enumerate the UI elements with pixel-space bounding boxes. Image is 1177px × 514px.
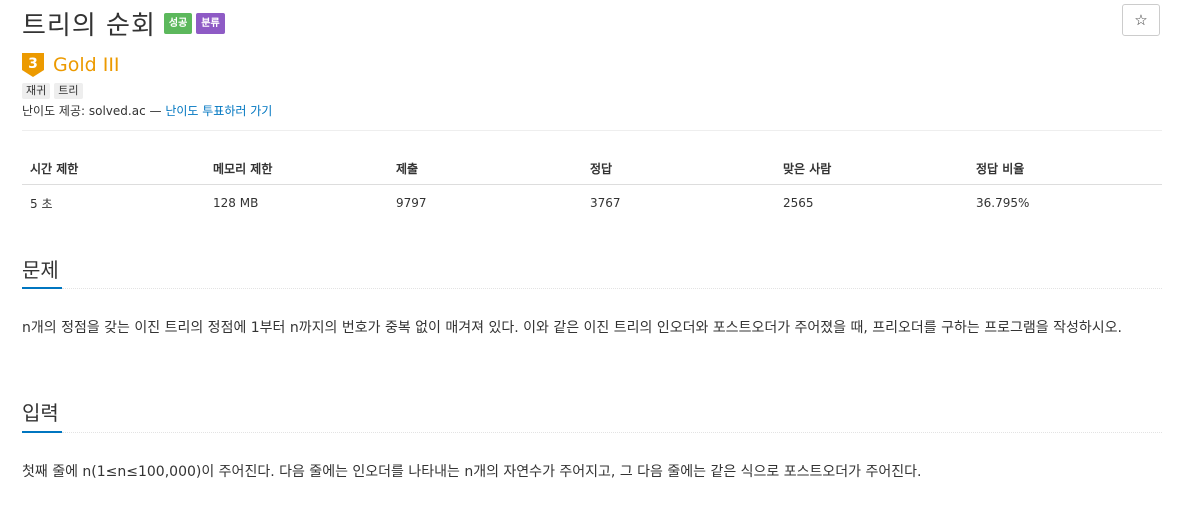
tag-recursion[interactable]: 재귀 bbox=[22, 83, 51, 99]
memory-limit-value: 128 MB bbox=[213, 196, 259, 210]
tier-label[interactable]: Gold III bbox=[53, 54, 120, 76]
section-underline bbox=[22, 431, 62, 433]
tag-tree[interactable]: 트리 bbox=[54, 83, 83, 99]
vote-difficulty-link[interactable]: 난이도 투표하러 가기 bbox=[165, 104, 272, 118]
problem-title: 트리의 순회 bbox=[22, 10, 156, 41]
favorite-button[interactable]: ☆ bbox=[1122, 4, 1160, 36]
solved-badge: 성공 bbox=[163, 12, 193, 34]
tier-row: 3 Gold III bbox=[22, 53, 120, 77]
problem-page: 트리의 순회 성공 분류 ☆ 3 Gold III 재귀 트리 난이도 제공: … bbox=[0, 0, 1177, 514]
divider bbox=[22, 130, 1162, 131]
time-limit-value: 5 초 bbox=[30, 196, 53, 211]
problem-info-table: 시간 제한 메모리 제한 제출 정답 맞은 사람 정답 비율 5 초 128 M… bbox=[22, 152, 1162, 221]
header-submissions: 제출 bbox=[396, 161, 419, 176]
title-row: 트리의 순회 성공 분류 bbox=[22, 4, 225, 42]
header-time-limit: 시간 제한 bbox=[30, 161, 79, 176]
header-solvers: 맞은 사람 bbox=[783, 161, 832, 176]
problem-section-title: 문제 bbox=[22, 258, 59, 282]
problem-description: n개의 정점을 갖는 이진 트리의 정점에 1부터 n까지의 번호가 중복 없이… bbox=[22, 320, 1122, 336]
credit-text: 난이도 제공: solved.ac — bbox=[22, 104, 162, 118]
star-icon: ☆ bbox=[1134, 11, 1148, 29]
header-accept-ratio: 정답 비율 bbox=[976, 161, 1025, 176]
header-memory-limit: 메모리 제한 bbox=[213, 161, 273, 176]
table-header-row: 시간 제한 메모리 제한 제출 정답 맞은 사람 정답 비율 bbox=[22, 152, 1162, 185]
section-divider bbox=[62, 288, 1162, 289]
accept-ratio-value: 36.795% bbox=[976, 196, 1030, 210]
tier-number: 3 bbox=[28, 56, 38, 72]
input-description: 첫째 줄에 n(1≤n≤100,000)이 주어진다. 다음 줄에는 인오더를 … bbox=[22, 464, 922, 480]
category-badge[interactable]: 분류 bbox=[196, 12, 225, 34]
accepted-value: 3767 bbox=[590, 196, 621, 210]
header-accepted: 정답 bbox=[590, 161, 613, 176]
gold-tier-icon: 3 bbox=[22, 53, 44, 77]
section-underline bbox=[22, 287, 62, 289]
solvers-value: 2565 bbox=[783, 196, 814, 210]
tag-list: 재귀 트리 bbox=[22, 83, 87, 99]
difficulty-credit: 난이도 제공: solved.ac — 난이도 투표하러 가기 bbox=[22, 102, 272, 119]
section-divider bbox=[62, 432, 1162, 433]
input-section-title: 입력 bbox=[22, 401, 59, 425]
table-row: 5 초 128 MB 9797 3767 2565 36.795% bbox=[22, 185, 1162, 221]
submissions-value: 9797 bbox=[396, 196, 427, 210]
